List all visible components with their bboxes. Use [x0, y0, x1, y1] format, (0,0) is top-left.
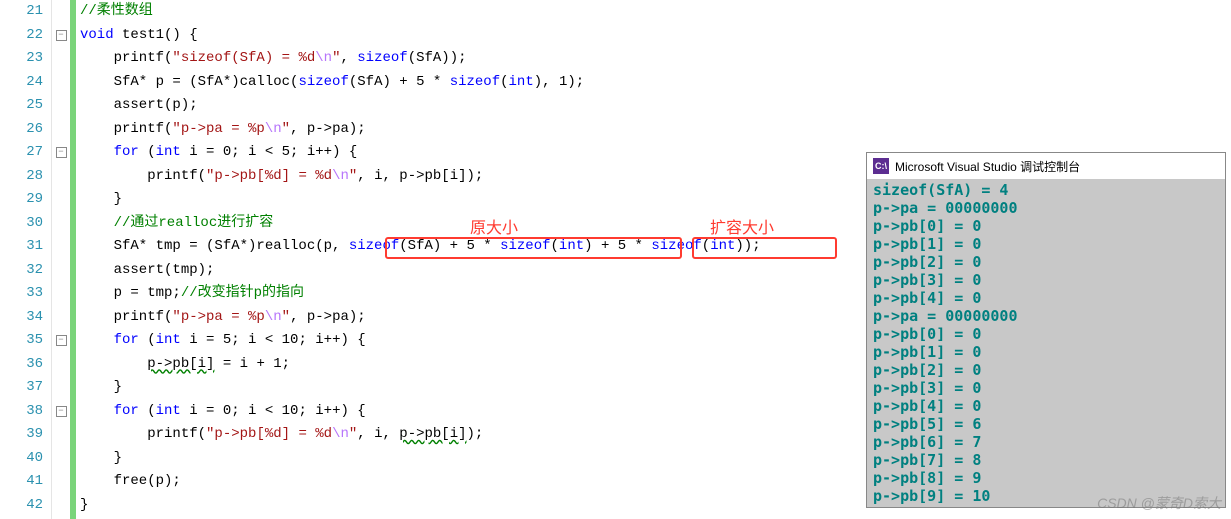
line-number: 42: [0, 494, 43, 518]
annotation-original-size: 原大小: [470, 214, 518, 238]
code-text: //柔性数组: [80, 3, 153, 19]
code-text: void: [80, 27, 114, 43]
console-line: p->pb[2] = 0: [873, 253, 1219, 271]
line-number-gutter: 21 22 23 24 25 26 27 28 29 30 31 32 33 3…: [0, 0, 52, 519]
console-line: p->pb[5] = 6: [873, 415, 1219, 433]
console-line: sizeof(SfA) = 4: [873, 181, 1219, 199]
annotation-expand-size: 扩容大小: [710, 214, 774, 238]
line-number: 22: [0, 24, 43, 48]
console-line: p->pb[0] = 0: [873, 217, 1219, 235]
line-number: 29: [0, 188, 43, 212]
console-line: p->pb[2] = 0: [873, 361, 1219, 379]
console-line: p->pb[0] = 0: [873, 325, 1219, 343]
change-indicator: [70, 0, 76, 519]
fold-gutter: − − − −: [52, 0, 70, 519]
line-number: 31: [0, 235, 43, 259]
line-number: 41: [0, 470, 43, 494]
fold-toggle[interactable]: −: [56, 30, 67, 41]
console-line: p->pb[1] = 0: [873, 343, 1219, 361]
console-line: p->pb[6] = 7: [873, 433, 1219, 451]
console-line: p->pa = 00000000: [873, 307, 1219, 325]
console-line: p->pb[7] = 8: [873, 451, 1219, 469]
console-line: p->pb[3] = 0: [873, 271, 1219, 289]
fold-toggle[interactable]: −: [56, 335, 67, 346]
console-line: p->pa = 00000000: [873, 199, 1219, 217]
watermark: CSDN @蒙奇D索大: [1097, 493, 1221, 513]
line-number: 21: [0, 0, 43, 24]
debug-console-window[interactable]: C:\ Microsoft Visual Studio 调试控制台 sizeof…: [866, 152, 1226, 508]
line-number: 33: [0, 282, 43, 306]
line-number: 36: [0, 353, 43, 377]
code-text: test1() {: [114, 27, 198, 43]
line-number: 34: [0, 306, 43, 330]
line-number: 28: [0, 165, 43, 189]
console-titlebar[interactable]: C:\ Microsoft Visual Studio 调试控制台: [867, 153, 1225, 179]
fold-toggle[interactable]: −: [56, 406, 67, 417]
vs-icon: C:\: [873, 158, 889, 174]
console-output: sizeof(SfA) = 4 p->pa = 00000000 p->pb[0…: [867, 179, 1225, 507]
line-number: 35: [0, 329, 43, 353]
line-number: 37: [0, 376, 43, 400]
console-line: p->pb[4] = 0: [873, 289, 1219, 307]
line-number: 27: [0, 141, 43, 165]
line-number: 40: [0, 447, 43, 471]
line-number: 38: [0, 400, 43, 424]
console-title-text: Microsoft Visual Studio 调试控制台: [895, 158, 1080, 175]
fold-toggle[interactable]: −: [56, 147, 67, 158]
line-number: 39: [0, 423, 43, 447]
line-number: 24: [0, 71, 43, 95]
line-number: 26: [0, 118, 43, 142]
line-number: 25: [0, 94, 43, 118]
line-number: 30: [0, 212, 43, 236]
console-line: p->pb[3] = 0: [873, 379, 1219, 397]
console-line: p->pb[4] = 0: [873, 397, 1219, 415]
line-number: 32: [0, 259, 43, 283]
line-number: 23: [0, 47, 43, 71]
console-line: p->pb[8] = 9: [873, 469, 1219, 487]
code-text: printf(: [80, 50, 172, 66]
console-line: p->pb[1] = 0: [873, 235, 1219, 253]
